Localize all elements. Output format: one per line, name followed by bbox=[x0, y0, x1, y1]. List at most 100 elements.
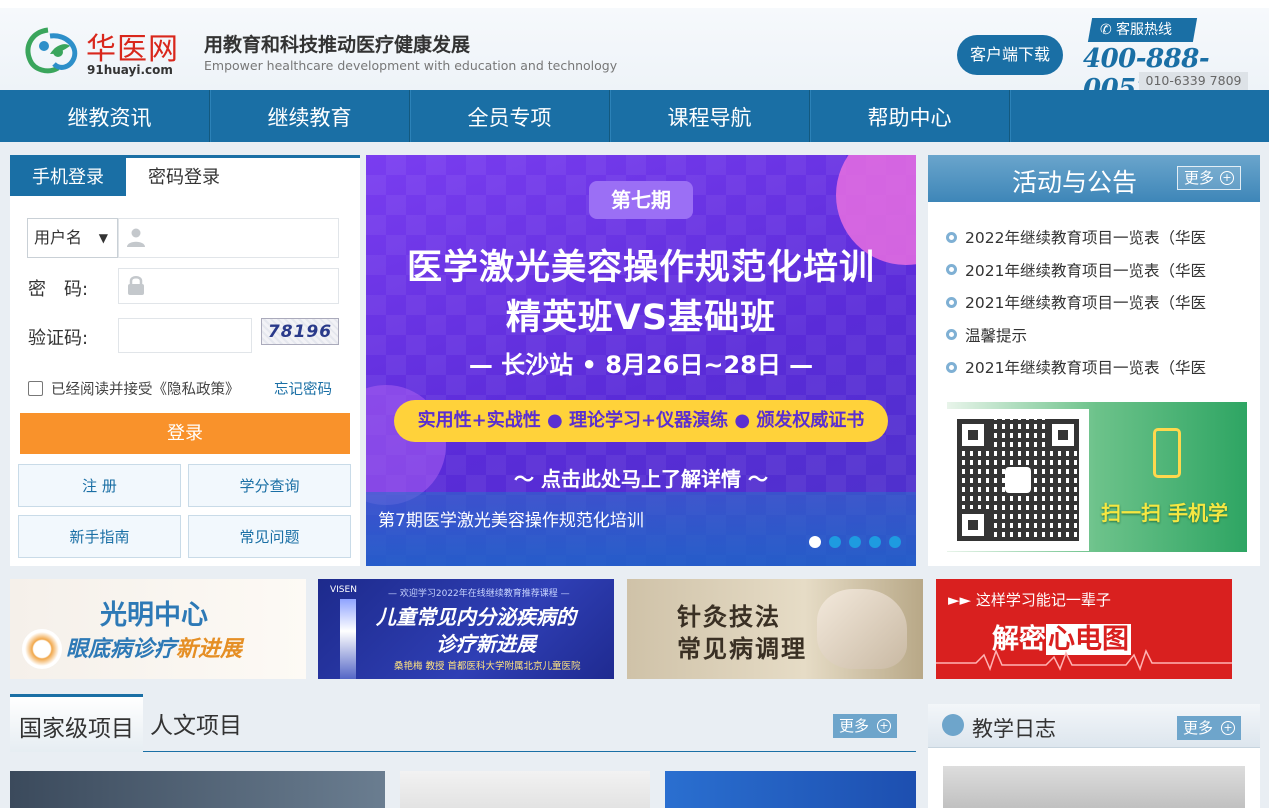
notice-item[interactable]: 2021年继续教育项目一览表（华医 bbox=[946, 254, 1206, 287]
faq-button[interactable]: 常见问题 bbox=[188, 515, 351, 558]
logo-text-cn: 华医网 bbox=[86, 32, 179, 67]
project-thumbnail[interactable] bbox=[400, 771, 650, 808]
teaching-diary-panel: 教学日志 更多 + bbox=[928, 704, 1260, 808]
hotline-label: 客服热线 bbox=[1116, 22, 1173, 38]
carousel-dot-2[interactable] bbox=[829, 536, 841, 548]
plus-circle-icon: + bbox=[877, 719, 891, 733]
nav-item-courses[interactable]: 课程导航 bbox=[610, 90, 810, 142]
notice-more-button[interactable]: 更多 + bbox=[1177, 166, 1241, 190]
captcha-image[interactable]: 78196 bbox=[261, 318, 339, 345]
register-button[interactable]: 注 册 bbox=[18, 464, 181, 507]
notice-item[interactable]: 2021年继续教育项目一览表（华医 bbox=[946, 286, 1206, 319]
user-icon bbox=[127, 228, 145, 247]
promo-endocrine[interactable]: VISEN — 欢迎学习2022年在线继续教育推荐课程 — 儿童常见内分泌疾病的… bbox=[318, 579, 614, 679]
promo-fundus-title: 光明中心 bbox=[100, 600, 208, 631]
privacy-checkbox[interactable] bbox=[28, 381, 43, 396]
notice-item-text: 2021年继续教育项目一览表（华医 bbox=[965, 359, 1206, 378]
qr-finder bbox=[1047, 419, 1079, 451]
top-strip bbox=[0, 0, 1269, 8]
promo-fundus-subtitle: 眼底病诊疗新进展 bbox=[66, 631, 242, 663]
mobile-qr-banner[interactable]: 扫一扫 手机学 bbox=[947, 402, 1247, 552]
promo-fundus[interactable]: 光明中心 眼底病诊疗新进展 bbox=[10, 579, 306, 679]
page: 华医网 91huayi.com 用教育和科技推动医疗健康发展 Empower h… bbox=[0, 0, 1269, 808]
captcha-label: 验证码: bbox=[28, 328, 89, 349]
tab-humanities-projects[interactable]: 人文项目 bbox=[150, 694, 242, 752]
promo-acupuncture[interactable]: 针灸技法 常见病调理 bbox=[627, 579, 923, 679]
qr-finder bbox=[957, 419, 989, 451]
hero-banner[interactable]: 第七期 医学激光美容操作规范化培训 精英班VS基础班 — 长沙站 • 8月26日… bbox=[366, 155, 916, 566]
logo-leaf-icon bbox=[25, 27, 78, 74]
plus-circle-icon: + bbox=[1220, 171, 1234, 185]
username-type-select[interactable]: 用户名 ▼ bbox=[27, 218, 118, 258]
qr-code bbox=[947, 409, 1089, 551]
carousel-dot-4[interactable] bbox=[869, 536, 881, 548]
promo-ecg[interactable]: ►► 这样学习能记一辈子 解密心电图 bbox=[936, 579, 1232, 679]
site-header: 华医网 91huayi.com 用教育和科技推动医疗健康发展 Empower h… bbox=[0, 8, 1269, 104]
hotline-tag: ✆ 客服热线 bbox=[1087, 18, 1198, 42]
notice-item[interactable]: 温馨提示 bbox=[946, 319, 1206, 352]
nav-item-help[interactable]: 帮助中心 bbox=[810, 90, 1010, 142]
notice-item[interactable]: 2022年继续教育项目一览表（华医 bbox=[946, 221, 1206, 254]
qr-finder bbox=[957, 509, 989, 541]
projects-header: 国家级项目 人文项目 更多 + bbox=[10, 694, 916, 752]
bullet-icon bbox=[946, 361, 957, 373]
login-panel: 手机登录 密码登录 用户名 ▼ 密 码: 验证码: 78196 已经阅读并接受《… bbox=[10, 155, 360, 566]
diary-photo[interactable] bbox=[943, 766, 1245, 808]
notice-item-text: 2021年继续教育项目一览表（华医 bbox=[965, 294, 1206, 313]
lock-icon bbox=[128, 276, 144, 295]
bullet-icon bbox=[946, 264, 957, 276]
nav-item-news[interactable]: 继教资讯 bbox=[10, 90, 210, 142]
tab-phone-login[interactable]: 手机登录 bbox=[10, 158, 126, 196]
credit-query-button[interactable]: 学分查询 bbox=[188, 464, 351, 507]
banner-features: 实用性+实战性 ● 理论学习+仪器演练 ● 颁发权威证书 bbox=[394, 400, 888, 442]
hotline-sub-number: 010-6339 7809 bbox=[1139, 72, 1248, 90]
plus-circle-icon: + bbox=[1221, 721, 1235, 735]
notice-item-text: 温馨提示 bbox=[965, 326, 1028, 345]
username-input[interactable] bbox=[118, 218, 339, 258]
carousel-dot-1[interactable] bbox=[809, 536, 821, 548]
tab-national-projects[interactable]: 国家级项目 bbox=[10, 694, 143, 752]
login-button[interactable]: 登录 bbox=[20, 413, 350, 454]
site-logo[interactable]: 华医网 91huayi.com bbox=[20, 22, 185, 80]
notice-item[interactable]: 2021年继续教育项目一览表（华医 bbox=[946, 351, 1206, 384]
promo-acupuncture-title2: 常见病调理 bbox=[677, 634, 807, 663]
client-download-button[interactable]: 客户端下载 bbox=[957, 35, 1063, 75]
promo-endocrine-title2: 诊疗新进展 bbox=[436, 632, 536, 656]
nav-item-cme[interactable]: 继续教育 bbox=[210, 90, 410, 142]
teaching-diary-title: 教学日志 bbox=[972, 717, 1056, 741]
notice-item-text: 2021年继续教育项目一览表（华医 bbox=[965, 261, 1206, 280]
nav-item-special[interactable]: 全员专项 bbox=[410, 90, 610, 142]
chevron-down-icon: ▼ bbox=[98, 231, 108, 245]
more-label: 更多 bbox=[1183, 719, 1214, 737]
qr-pattern bbox=[957, 419, 1079, 541]
promo-fundus-sub-a: 眼底病诊疗 bbox=[66, 637, 177, 662]
slogan-cn: 用教育和科技推动医疗健康发展 bbox=[204, 34, 471, 56]
notice-header: 活动与公告 更多 + bbox=[928, 155, 1260, 202]
projects-more-button[interactable]: 更多 + bbox=[833, 714, 897, 738]
banner-caption: 第7期医学激光美容操作规范化培训 bbox=[378, 511, 644, 531]
phone-icon bbox=[1153, 428, 1181, 478]
notice-item-text: 2022年继续教育项目一览表（华医 bbox=[965, 229, 1206, 248]
diary-more-button[interactable]: 更多 + bbox=[1177, 716, 1241, 740]
diary-icon bbox=[942, 714, 964, 736]
captcha-input[interactable] bbox=[118, 318, 252, 353]
forgot-password-link[interactable]: 忘记密码 bbox=[274, 378, 332, 399]
password-input[interactable] bbox=[118, 268, 339, 304]
privacy-agree[interactable]: 已经阅读并接受《隐私政策》 bbox=[28, 378, 240, 399]
beginner-guide-button[interactable]: 新手指南 bbox=[18, 515, 181, 558]
teaching-diary-header: 教学日志 更多 + bbox=[928, 704, 1260, 748]
tab-password-login[interactable]: 密码登录 bbox=[126, 158, 242, 196]
promo-endocrine-logo: VISEN bbox=[330, 585, 357, 595]
promo-endocrine-title1: 儿童常见内分泌疾病的 bbox=[376, 605, 576, 629]
more-label: 更多 bbox=[839, 717, 870, 735]
project-thumbnail[interactable] bbox=[10, 771, 385, 808]
phone-icon: ✆ bbox=[1100, 22, 1112, 38]
password-label: 密 码: bbox=[28, 279, 89, 300]
main-nav: 继教资讯 继续教育 全员专项 课程导航 帮助中心 bbox=[0, 90, 1269, 142]
carousel-dot-3[interactable] bbox=[849, 536, 861, 548]
banner-issue: 第七期 bbox=[589, 181, 693, 219]
notice-panel: 活动与公告 更多 + 2022年继续教育项目一览表（华医 2021年继续教育项目… bbox=[928, 155, 1260, 566]
login-tabs: 手机登录 密码登录 bbox=[10, 158, 360, 196]
carousel-dot-5[interactable] bbox=[889, 536, 901, 548]
project-thumbnail[interactable] bbox=[665, 771, 916, 808]
